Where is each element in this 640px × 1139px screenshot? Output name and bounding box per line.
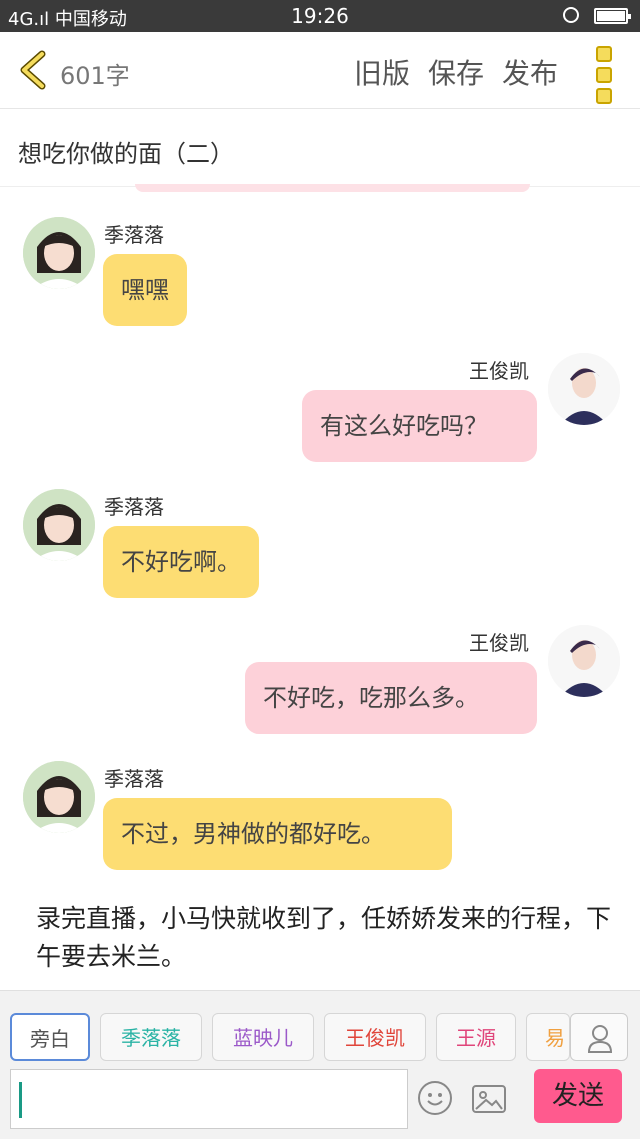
avatar-jiluoluo[interactable] (23, 217, 95, 289)
speaker-name: 季落落 (104, 495, 164, 519)
text-caret (19, 1082, 22, 1118)
message-bubble[interactable]: 嘿嘿 (103, 254, 187, 326)
send-button[interactable]: 发送 (534, 1069, 622, 1123)
chapter-title[interactable]: 想吃你做的面（二） (18, 134, 234, 169)
status-time: 19:26 (291, 4, 349, 28)
message-bubble[interactable]: 不过，男神做的都好吃。 (103, 798, 452, 870)
avatar-jiluoluo[interactable] (23, 761, 95, 833)
character-chip-narrator[interactable]: 旁白 (10, 1013, 90, 1061)
character-chip-wangjunkai[interactable]: 王俊凯 (324, 1013, 426, 1061)
battery-icon (594, 8, 631, 24)
top-toolbar: 601字 旧版 保存 发布 (0, 32, 640, 109)
publish-button[interactable]: 发布 (502, 52, 558, 92)
chip-label: 易 (545, 1026, 565, 1050)
message-input[interactable] (10, 1069, 408, 1129)
user-icon (587, 1025, 613, 1053)
composer-panel: 旁白 季落落 蓝映儿 王俊凯 王源 易 发送 (0, 990, 640, 1139)
character-chip-wangyuan[interactable]: 王源 (436, 1013, 516, 1061)
old-version-button[interactable]: 旧版 (354, 52, 410, 92)
chip-label: 王源 (456, 1026, 496, 1050)
chip-label: 王俊凯 (345, 1026, 405, 1050)
back-icon[interactable] (16, 50, 48, 90)
emoji-icon[interactable] (418, 1081, 452, 1115)
save-button[interactable]: 保存 (428, 52, 484, 92)
chip-label: 季落落 (121, 1026, 181, 1050)
character-chip-yi[interactable]: 易 (526, 1013, 570, 1061)
character-chip-lanyinger[interactable]: 蓝映儿 (212, 1013, 314, 1061)
speaker-name: 王俊凯 (469, 631, 529, 655)
avatar-jiluoluo[interactable] (23, 489, 95, 561)
image-icon[interactable] (472, 1085, 506, 1113)
word-count: 601字 (60, 62, 130, 90)
message-bubble[interactable]: 有这么好吃吗？ (302, 390, 537, 462)
chip-label: 蓝映儿 (233, 1026, 293, 1050)
speaker-name: 季落落 (104, 223, 164, 247)
character-manage-button[interactable] (570, 1013, 628, 1061)
chapter-title-bar: 想吃你做的面（二） (0, 110, 640, 187)
speaker-name: 季落落 (104, 767, 164, 791)
character-chip-jiluoluo[interactable]: 季落落 (100, 1013, 202, 1061)
avatar-wangjunkai[interactable] (548, 625, 620, 697)
avatar-wangjunkai[interactable] (548, 353, 620, 425)
previous-bubble-edge (135, 184, 530, 192)
more-menu-icon[interactable] (596, 46, 612, 109)
message-bubble[interactable]: 不好吃，吃那么多。 (245, 662, 537, 734)
speaker-name: 王俊凯 (469, 359, 529, 383)
message-bubble[interactable]: 不好吃啊。 (103, 526, 259, 598)
narration-text[interactable]: 录完直播，小马快就收到了，任娇娇发来的行程，下午要去米兰。 (36, 900, 616, 976)
alarm-icon (563, 7, 579, 23)
status-bar: 4G.ıl 中国移动 19:26 (0, 0, 640, 32)
chip-label: 旁白 (30, 1027, 70, 1051)
